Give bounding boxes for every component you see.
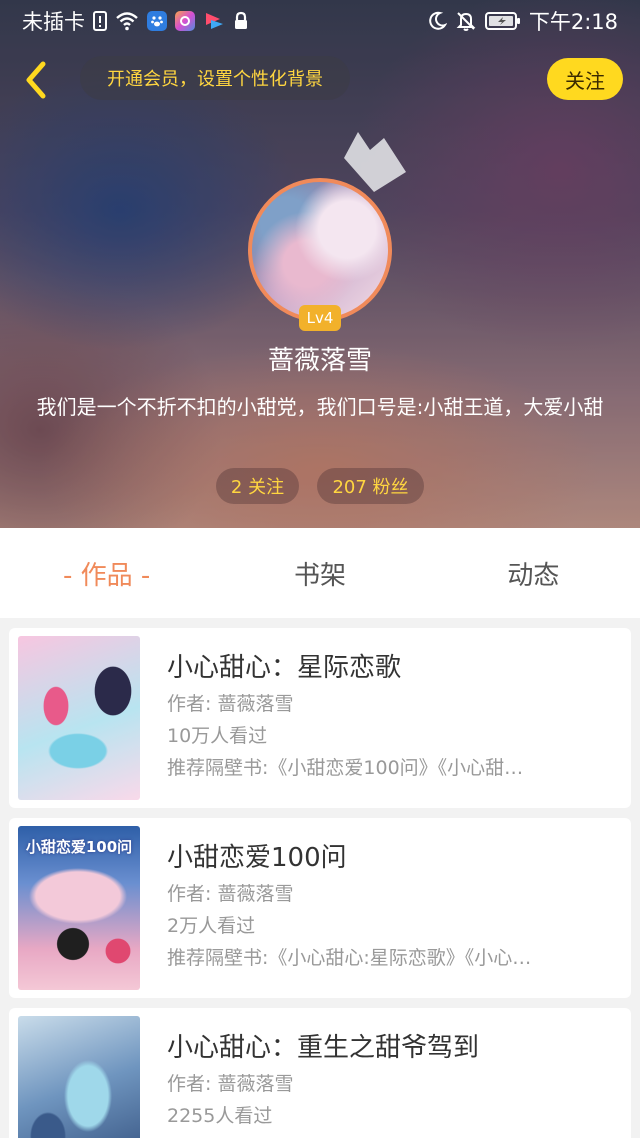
moon-icon <box>427 11 447 31</box>
book-cover: 小甜恋爱100问 <box>18 826 140 990</box>
tab-bookshelf-label: 书架 <box>293 560 346 591</box>
cover-title-text: 小甜恋爱100问 <box>25 838 133 856</box>
profile-tabs: - 作品 - 书架 动态 <box>0 528 640 618</box>
following-count-button[interactable]: 2 关注 <box>216 468 299 504</box>
bell-off-icon <box>455 10 477 32</box>
username: 蔷薇落雪 <box>267 346 372 376</box>
status-bar: 未插卡 下午2:18 <box>0 0 640 42</box>
tab-works[interactable]: - 作品 - <box>0 528 213 618</box>
book-recommend: 推荐隔壁书:《小心甜心:星际恋歌》《小心… <box>167 947 532 969</box>
book-recommend: 推荐隔壁书:《小甜恋爱100问》《小心甜… <box>167 757 524 779</box>
book-author: 作者: 蔷薇落雪 <box>167 693 294 715</box>
tab-bookshelf[interactable]: 书架 <box>213 528 426 618</box>
book-card[interactable]: 小心甜心：重生之甜爷驾到 作者: 蔷薇落雪 2255人看过 <box>9 1008 631 1138</box>
battery-icon <box>484 11 521 31</box>
status-right: 下午2:18 <box>427 6 618 36</box>
wifi-icon <box>115 11 139 31</box>
sim-alert-icon <box>93 11 107 31</box>
book-views: 10万人看过 <box>167 725 268 747</box>
clock-text: 下午2:18 <box>528 10 618 34</box>
book-views: 2万人看过 <box>167 915 256 937</box>
book-author: 作者: 蔷薇落雪 <box>167 1073 294 1095</box>
book-cover <box>18 636 140 800</box>
tab-activity[interactable]: 动态 <box>427 528 640 618</box>
reader-app-icon <box>203 10 225 32</box>
avatar-container[interactable] <box>248 178 392 322</box>
book-info: 小心甜心：重生之甜爷驾到 作者: 蔷薇落雪 2255人看过 <box>167 1028 617 1132</box>
profile-header: 未插卡 下午2:18 开通会员，设置个性化背景 关注 Lv4 蔷薇落雪 我们是一… <box>0 0 640 528</box>
follow-button[interactable]: 关注 <box>547 58 623 100</box>
back-button[interactable] <box>18 56 54 104</box>
profile-bio: 我们是一个不折不扣的小甜党，我们口号是:小甜王道，大爱小甜 <box>36 395 604 419</box>
book-info: 小心甜心：星际恋歌 作者: 蔷薇落雪 10万人看过 推荐隔壁书:《小甜恋爱100… <box>167 648 617 784</box>
avatar <box>248 178 392 322</box>
status-left: 未插卡 <box>22 6 249 36</box>
book-title: 小心甜心：重生之甜爷驾到 <box>167 1033 480 1063</box>
back-chevron-icon <box>26 61 46 99</box>
app-notification-icon <box>175 11 195 31</box>
tab-activity-label: 动态 <box>507 560 560 591</box>
crown-icon <box>344 132 406 192</box>
baidu-app-icon <box>147 11 167 31</box>
book-cover <box>18 1016 140 1138</box>
book-views: 2255人看过 <box>167 1105 273 1127</box>
level-badge: Lv4 <box>299 305 341 331</box>
tab-works-label: - 作品 - <box>63 560 151 591</box>
book-card[interactable]: 小甜恋爱100问 小甜恋爱100问 作者: 蔷薇落雪 2万人看过 推荐隔壁书:《… <box>9 818 631 998</box>
followers-count-button[interactable]: 207 粉丝 <box>317 468 424 504</box>
book-title: 小甜恋爱100问 <box>167 843 347 873</box>
lock-icon <box>233 11 249 31</box>
book-card[interactable]: 小心甜心：星际恋歌 作者: 蔷薇落雪 10万人看过 推荐隔壁书:《小甜恋爱100… <box>9 628 631 808</box>
book-info: 小甜恋爱100问 作者: 蔷薇落雪 2万人看过 推荐隔壁书:《小心甜心:星际恋歌… <box>167 838 617 974</box>
vip-banner-text: 开通会员，设置个性化背景 <box>107 69 323 90</box>
following-count-text: 2 关注 <box>230 477 285 498</box>
book-title: 小心甜心：星际恋歌 <box>167 653 402 683</box>
vip-background-banner[interactable]: 开通会员，设置个性化背景 <box>80 56 350 100</box>
level-text: Lv4 <box>306 309 334 327</box>
followers-count-text: 207 粉丝 <box>332 477 409 498</box>
carrier-text: 未插卡 <box>22 10 85 34</box>
follow-button-label: 关注 <box>565 68 605 93</box>
book-author: 作者: 蔷薇落雪 <box>167 883 294 905</box>
